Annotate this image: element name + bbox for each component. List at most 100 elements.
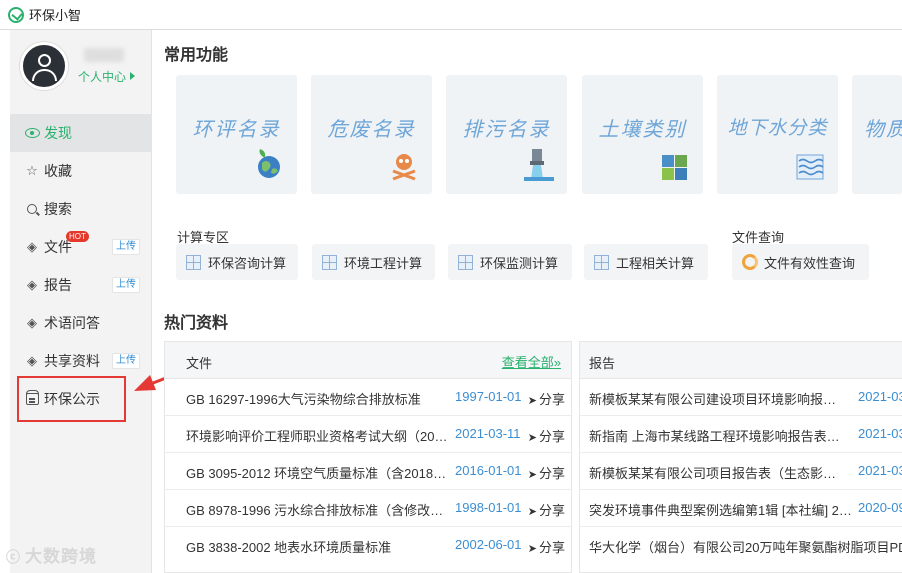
send-icon: ➤ xyxy=(527,395,537,407)
common-functions-title: 常用功能 xyxy=(164,47,229,64)
table-row[interactable]: 新指南 上海市某线路工程环境影响报告表（… 2021-03 xyxy=(580,416,902,453)
highlight-box xyxy=(17,376,126,422)
table-row[interactable]: GB 3095-2012 环境空气质量标准（含2018… 2016-01-01 … xyxy=(165,453,571,490)
chevron-right-icon xyxy=(130,72,136,80)
calc-engineering-button[interactable]: 环境工程计算 xyxy=(312,244,435,280)
file-name[interactable]: 环境影响评价工程师职业资格考试大纲（202… xyxy=(186,426,454,445)
sidebar-item-files[interactable]: ◈ 文件 HOT 上传 xyxy=(10,228,152,266)
card-label: 排污名录 xyxy=(462,117,551,141)
card-label: 环评名录 xyxy=(192,117,281,141)
calculator-icon xyxy=(594,254,609,270)
hot-badge: HOT xyxy=(66,231,89,242)
send-icon: ➤ xyxy=(527,469,537,481)
file-date: 1998-01-01 xyxy=(455,500,522,515)
table-row[interactable]: 华大化学（烟台）有限公司20万吨年聚氨酯树脂项目PD xyxy=(580,527,902,564)
eye-icon xyxy=(24,125,40,141)
button-label: 环保咨询计算 xyxy=(208,255,287,271)
report-date: 2021-03 xyxy=(858,463,902,478)
title-bar: 环保小智 xyxy=(0,0,902,30)
card-pollutant-discharge[interactable]: 排污名录 xyxy=(446,75,567,194)
share-button[interactable]: ➤ 分享 xyxy=(528,389,565,408)
button-label: 环境工程计算 xyxy=(344,255,423,271)
calc-project-button[interactable]: 工程相关计算 xyxy=(584,244,708,280)
sidebar-item-label: 收藏 xyxy=(44,163,72,179)
file-date: 2016-01-01 xyxy=(455,463,522,478)
card-hazardous-waste[interactable]: 危废名录 xyxy=(311,75,432,194)
layers-icon: ◈ xyxy=(27,315,37,330)
table-row[interactable]: GB 8978-1996 污水综合排放标准（含修改… 1998-01-01 ➤ 分… xyxy=(165,490,571,527)
hot-resources-title: 热门资料 xyxy=(164,315,229,332)
sidebar: 个人中心 发现 ☆ 收藏 搜索 ◈ 文件 HOT 上传 ◈ 报告 上传 ◈ 术语… xyxy=(10,30,152,573)
share-button[interactable]: ➤ 分享 xyxy=(528,426,565,445)
table-row[interactable]: GB 16297-1996大气污染物综合排放标准 1997-01-01 ➤ 分享 xyxy=(165,379,571,416)
file-name[interactable]: GB 16297-1996大气污染物综合排放标准 xyxy=(186,389,450,408)
button-label: 文件有效性查询 xyxy=(764,255,856,271)
avatar[interactable] xyxy=(20,42,68,90)
share-button[interactable]: ➤ 分享 xyxy=(528,537,565,556)
file-name[interactable]: GB 3095-2012 环境空气质量标准（含2018… xyxy=(186,463,450,482)
profile-center-link[interactable]: 个人中心 xyxy=(78,68,136,85)
sidebar-item-label: 共享资料 xyxy=(44,353,100,369)
file-date: 1997-01-01 xyxy=(455,389,522,404)
button-label: 环保监测计算 xyxy=(480,255,559,271)
report-name[interactable]: 新指南 上海市某线路工程环境影响报告表（… xyxy=(589,426,847,445)
card-label: 物质 xyxy=(864,117,902,141)
globe-leaf-icon xyxy=(258,149,280,178)
discharge-pipe-icon xyxy=(524,149,554,181)
card-soil-category[interactable]: 土壤类别 xyxy=(582,75,703,194)
window-title: 环保小智 xyxy=(29,8,82,23)
share-button[interactable]: ➤ 分享 xyxy=(528,500,565,519)
send-icon: ➤ xyxy=(527,543,537,555)
files-panel-title: 文件 xyxy=(186,356,213,371)
card-label: 危废名录 xyxy=(327,117,416,141)
reports-panel-header: 报告 xyxy=(580,342,902,379)
calc-consulting-button[interactable]: 环保咨询计算 xyxy=(176,244,298,280)
report-name[interactable]: 新模板某某有限公司项目报告表（生态影响… xyxy=(589,463,847,482)
files-panel: 文件 查看全部» GB 16297-1996大气污染物综合排放标准 1997-0… xyxy=(164,341,572,573)
card-label: 土壤类别 xyxy=(598,117,687,141)
table-row[interactable]: 新模板某某有限公司项目报告表（生态影响… 2021-03 xyxy=(580,453,902,490)
sidebar-item-label: 术语问答 xyxy=(44,315,100,331)
view-all-link[interactable]: 查看全部» xyxy=(502,352,561,371)
sidebar-item-reports[interactable]: ◈ 报告 上传 xyxy=(10,266,152,304)
card-groundwater[interactable]: 地下水分类 xyxy=(717,75,838,194)
file-validity-query-button[interactable]: 文件有效性查询 xyxy=(732,244,869,280)
layers-icon: ◈ xyxy=(27,353,37,368)
layers-icon: ◈ xyxy=(27,277,37,292)
table-row[interactable]: GB 3838-2002 地表水环境质量标准 2002-06-01 ➤ 分享 xyxy=(165,527,571,564)
avatar-body-icon xyxy=(32,69,57,81)
table-row[interactable]: 新模板某某有限公司建设项目环境影响报告… 2021-03 xyxy=(580,379,902,416)
file-name[interactable]: GB 8978-1996 污水综合排放标准（含修改… xyxy=(186,500,450,519)
sidebar-item-glossary[interactable]: ◈ 术语问答 xyxy=(10,304,152,342)
upload-badge[interactable]: 上传 xyxy=(112,277,140,293)
card-eia-directory[interactable]: 环评名录 xyxy=(176,75,297,194)
reports-panel: 报告 新模板某某有限公司建设项目环境影响报告… 2021-03 新指南 上海市某… xyxy=(579,341,902,573)
upload-badge[interactable]: 上传 xyxy=(112,239,140,255)
sidebar-item-favorites[interactable]: ☆ 收藏 xyxy=(10,152,152,190)
water-waves-icon xyxy=(796,154,824,180)
file-name[interactable]: GB 3838-2002 地表水环境质量标准 xyxy=(186,537,450,556)
sidebar-item-search[interactable]: 搜索 xyxy=(10,190,152,228)
table-row[interactable]: 环境影响评价工程师职业资格考试大纲（202… 2021-03-11 ➤ 分享 xyxy=(165,416,571,453)
sidebar-item-label: 搜索 xyxy=(44,201,72,217)
layers-icon: ◈ xyxy=(27,239,37,254)
table-row[interactable]: 突发环境事件典型案例选编第1辑 [本社编] 2… 2020-09 xyxy=(580,490,902,527)
search-icon xyxy=(24,201,40,217)
star-icon: ☆ xyxy=(26,163,38,178)
share-button[interactable]: ➤ 分享 xyxy=(528,463,565,482)
card-label: 地下水分类 xyxy=(727,117,828,139)
report-name[interactable]: 华大化学（烟台）有限公司20万吨年聚氨酯树脂项目PD xyxy=(589,537,902,556)
file-date: 2021-03-11 xyxy=(455,426,521,441)
hazard-skull-icon xyxy=(392,154,416,181)
calc-monitoring-button[interactable]: 环保监测计算 xyxy=(448,244,572,280)
calculator-icon xyxy=(458,254,473,270)
sidebar-item-label: 发现 xyxy=(44,125,72,141)
card-substance[interactable]: 物质 xyxy=(852,75,902,194)
report-name[interactable]: 新模板某某有限公司建设项目环境影响报告… xyxy=(589,389,847,408)
send-icon: ➤ xyxy=(527,506,537,518)
watermark-logo: ⓒ 大数跨境 xyxy=(6,547,97,566)
profile: 个人中心 xyxy=(20,40,150,100)
calculator-icon xyxy=(322,254,337,270)
report-name[interactable]: 突发环境事件典型案例选编第1辑 [本社编] 2… xyxy=(589,500,857,519)
sidebar-item-discover[interactable]: 发现 xyxy=(10,114,152,152)
